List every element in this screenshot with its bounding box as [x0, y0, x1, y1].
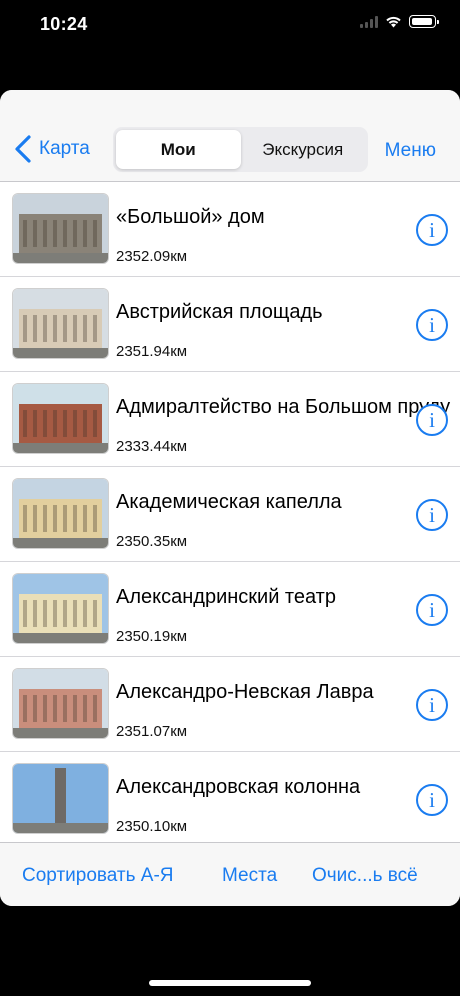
back-button-label: Карта [39, 138, 90, 159]
list-item[interactable]: Александринский театр 2350.19км i [0, 562, 460, 657]
status-bar: 10:24 [0, 0, 460, 50]
list-item[interactable]: Александровская колонна 2350.10км i [0, 752, 460, 847]
info-icon[interactable]: i [416, 499, 448, 531]
sheet: Карта Мои Экскурсия Меню «Большой» дом 23… [0, 90, 460, 906]
place-title: Александровская колонна [116, 776, 361, 798]
screen: 10:24 Карта Мои Экскурсия Меню «Большой»… [0, 0, 460, 996]
place-thumbnail [12, 573, 109, 644]
place-distance: 2352.09км [116, 248, 188, 265]
info-icon[interactable]: i [416, 214, 448, 246]
place-list: «Большой» дом 2352.09км i Австрийская площа… [0, 182, 460, 847]
place-distance: 2350.10км [116, 818, 188, 835]
place-title: Австрийская площадь [116, 301, 323, 323]
place-distance: 2333.44км [116, 438, 188, 455]
place-thumbnail [12, 193, 109, 264]
bottom-toolbar: Сортировать А-Я Места Очис...ь всё [0, 842, 460, 906]
place-title: Академическая капелла [116, 491, 342, 513]
place-distance: 2351.07км [116, 723, 188, 740]
chevron-left-icon [15, 135, 31, 163]
info-icon[interactable]: i [416, 784, 448, 816]
place-distance: 2350.35км [116, 533, 188, 550]
place-thumbnail [12, 763, 109, 834]
battery-icon [409, 15, 439, 28]
place-thumbnail [12, 383, 109, 454]
segment-mine[interactable]: Мои [116, 130, 241, 169]
list-item[interactable]: «Большой» дом 2352.09км i [0, 182, 460, 277]
place-distance: 2351.94км [116, 343, 188, 360]
info-icon[interactable]: i [416, 689, 448, 721]
back-button[interactable]: Карта [12, 134, 90, 164]
segment-excursion[interactable]: Экскурсия [241, 130, 366, 169]
menu-button[interactable]: Меню [385, 140, 436, 162]
places-button[interactable]: Места [222, 865, 277, 887]
place-thumbnail [12, 668, 109, 739]
status-icons [360, 15, 439, 28]
home-indicator [149, 980, 311, 986]
navigation-bar: Карта Мои Экскурсия Меню [0, 90, 460, 182]
status-time: 10:24 [40, 14, 88, 34]
place-title: Александринский театр [116, 586, 336, 608]
place-thumbnail [12, 478, 109, 549]
list-item[interactable]: Адмиралтейство на Большом пруду 2333.44км… [0, 372, 460, 467]
segmented-control: Мои Экскурсия [113, 127, 368, 172]
place-title: Адмиралтейство на Большом пруду [116, 396, 451, 418]
info-icon[interactable]: i [416, 404, 448, 436]
list-item[interactable]: Академическая капелла 2350.35км i [0, 467, 460, 562]
info-icon[interactable]: i [416, 594, 448, 626]
info-icon[interactable]: i [416, 309, 448, 341]
place-distance: 2350.19км [116, 628, 188, 645]
place-title: Александро-Невская Лавра [116, 681, 374, 703]
place-title: «Большой» дом [116, 206, 265, 228]
list-item[interactable]: Александро-Невская Лавра 2351.07км i [0, 657, 460, 752]
cellular-signal-icon [360, 15, 378, 28]
sort-button[interactable]: Сортировать А-Я [22, 865, 174, 887]
list-item[interactable]: Австрийская площадь 2351.94км i [0, 277, 460, 372]
place-thumbnail [12, 288, 109, 359]
wifi-icon [386, 16, 401, 28]
clear-all-button[interactable]: Очис...ь всё [312, 865, 418, 887]
